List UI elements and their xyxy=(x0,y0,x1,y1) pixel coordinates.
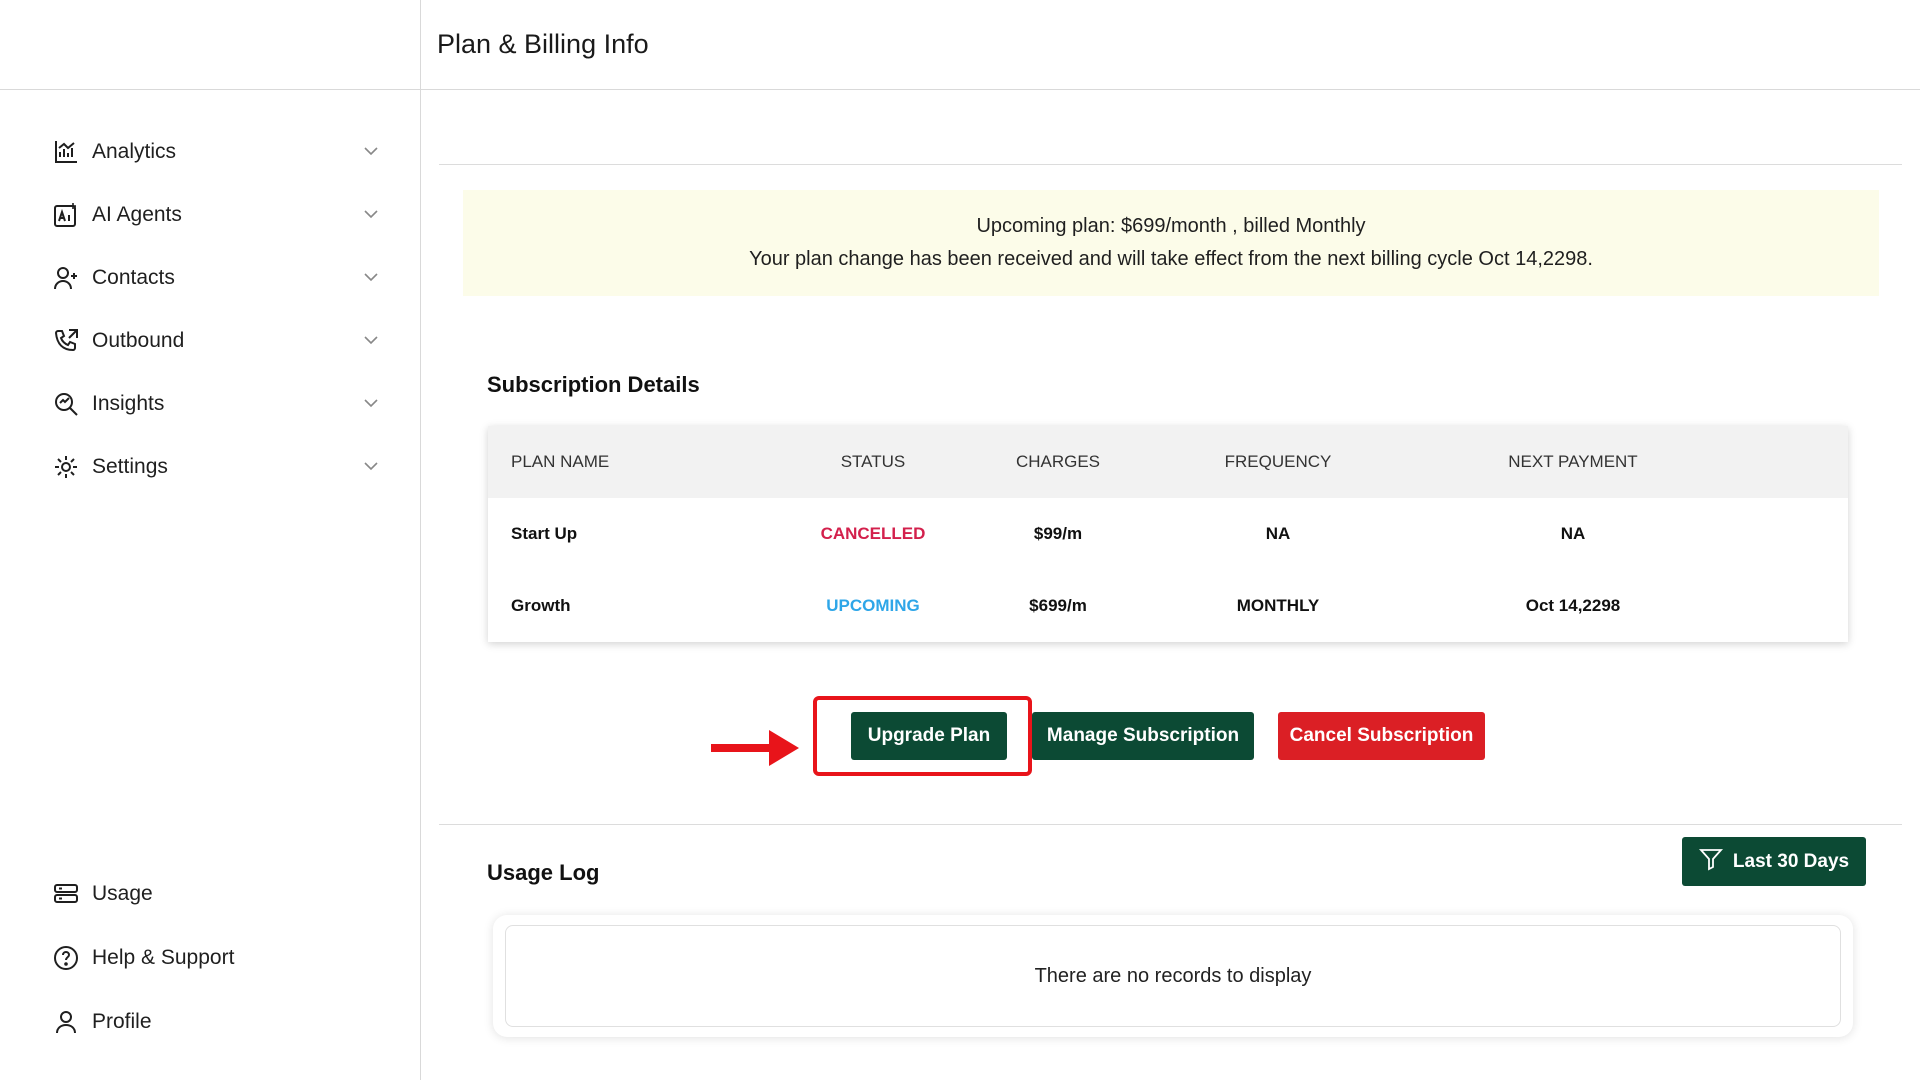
sidebar-item-help-support[interactable]: Help & Support xyxy=(0,926,420,990)
usage-log-title: Usage Log xyxy=(487,860,600,885)
empty-state: There are no records to display xyxy=(505,925,1841,1027)
sidebar-bottom-nav: Usage Help & Support Profile xyxy=(0,862,420,1054)
sidebar-item-label: Contacts xyxy=(92,265,175,289)
next-payment-cell: NA xyxy=(1560,524,1586,543)
insights-icon xyxy=(52,390,80,418)
sidebar-nav: Analytics AI Agents Contacts Outbound In… xyxy=(0,120,420,498)
date-filter-button[interactable]: Last 30 Days xyxy=(1682,837,1866,886)
page-title: Plan & Billing Info xyxy=(437,29,649,59)
divider xyxy=(439,164,1902,165)
date-filter-label: Last 30 Days xyxy=(1732,850,1850,872)
column-header-status: STATUS xyxy=(840,452,906,471)
frequency-cell: MONTHLY xyxy=(1236,596,1320,615)
sidebar-item-label: Analytics xyxy=(92,139,177,163)
sidebar-item-analytics[interactable]: Analytics xyxy=(0,120,420,183)
table-header: PLAN NAME STATUS CHARGES FREQUENCY NEXT … xyxy=(488,426,1848,498)
table-row: Growth UPCOMING $699/m MONTHLY Oct 14,22… xyxy=(488,570,1848,642)
column-header-next-payment: NEXT PAYMENT xyxy=(1508,452,1638,471)
manage-subscription-button[interactable]: Manage Subscription xyxy=(1032,712,1254,760)
main-content: Upcoming plan: $699/month , billed Month… xyxy=(421,90,1920,1080)
sidebar-item-usage[interactable]: Usage xyxy=(0,862,420,926)
arrow-right-icon xyxy=(711,728,801,773)
frequency-cell: NA xyxy=(1265,524,1291,543)
next-payment-cell: Oct 14,2298 xyxy=(1525,596,1621,615)
notice-line-2: Your plan change has been received and w… xyxy=(749,248,1593,270)
chevron-down-icon[interactable] xyxy=(362,395,380,413)
settings-icon xyxy=(52,453,80,481)
contacts-icon xyxy=(52,264,80,292)
sidebar-item-label: Profile xyxy=(92,1010,152,1033)
sidebar-item-ai-agents[interactable]: AI Agents xyxy=(0,183,420,246)
sidebar-item-contacts[interactable]: Contacts xyxy=(0,246,420,309)
sidebar-item-label: Outbound xyxy=(92,328,185,352)
subscription-actions: Upgrade Plan Manage Subscription Cancel … xyxy=(421,692,1920,776)
upgrade-plan-button[interactable]: Upgrade Plan xyxy=(851,712,1007,760)
status-badge: UPCOMING xyxy=(826,596,920,615)
empty-state-text: There are no records to display xyxy=(1034,964,1312,987)
sidebar: Analytics AI Agents Contacts Outbound In… xyxy=(0,0,421,1080)
chevron-down-icon[interactable] xyxy=(362,143,380,161)
sidebar-item-settings[interactable]: Settings xyxy=(0,435,420,498)
status-badge: CANCELLED xyxy=(820,524,926,543)
ai-agents-icon xyxy=(52,201,80,229)
charges-cell: $99/m xyxy=(1033,524,1083,543)
sidebar-header xyxy=(0,0,420,90)
help-icon xyxy=(52,944,80,972)
usage-icon xyxy=(52,880,80,908)
analytics-icon xyxy=(52,138,80,166)
plan-name-cell: Growth xyxy=(511,596,571,615)
profile-icon xyxy=(52,1008,80,1036)
upcoming-plan-notice: Upcoming plan: $699/month , billed Month… xyxy=(463,190,1879,296)
plan-name-cell: Start Up xyxy=(511,524,578,543)
charges-cell: $699/m xyxy=(1029,596,1087,615)
outbound-icon xyxy=(52,327,80,355)
column-header-charges: CHARGES xyxy=(1015,452,1101,471)
chevron-down-icon[interactable] xyxy=(362,332,380,350)
column-header-plan-name: PLAN NAME xyxy=(511,452,610,471)
sidebar-item-profile[interactable]: Profile xyxy=(0,990,420,1054)
table-row: Start Up CANCELLED $99/m NA NA xyxy=(488,498,1848,570)
column-header-frequency: FREQUENCY xyxy=(1224,452,1332,471)
filter-icon xyxy=(1698,847,1723,877)
sidebar-item-label: Settings xyxy=(92,454,168,478)
subscription-details-title: Subscription Details xyxy=(487,372,700,397)
sidebar-item-outbound[interactable]: Outbound xyxy=(0,309,420,372)
sidebar-item-label: Insights xyxy=(92,391,165,415)
chevron-down-icon[interactable] xyxy=(362,458,380,476)
page-header: Plan & Billing Info xyxy=(421,0,1920,90)
notice-line-1: Upcoming plan: $699/month , billed Month… xyxy=(976,215,1366,237)
cancel-subscription-button[interactable]: Cancel Subscription xyxy=(1278,712,1485,760)
usage-log-table: There are no records to display xyxy=(493,915,1853,1037)
chevron-down-icon[interactable] xyxy=(362,269,380,287)
subscription-table: PLAN NAME STATUS CHARGES FREQUENCY NEXT … xyxy=(488,426,1848,642)
sidebar-item-insights[interactable]: Insights xyxy=(0,372,420,435)
sidebar-item-label: AI Agents xyxy=(92,202,182,226)
chevron-down-icon[interactable] xyxy=(362,206,380,224)
sidebar-item-label: Help & Support xyxy=(92,946,235,969)
sidebar-item-label: Usage xyxy=(92,882,153,905)
divider xyxy=(439,824,1902,825)
